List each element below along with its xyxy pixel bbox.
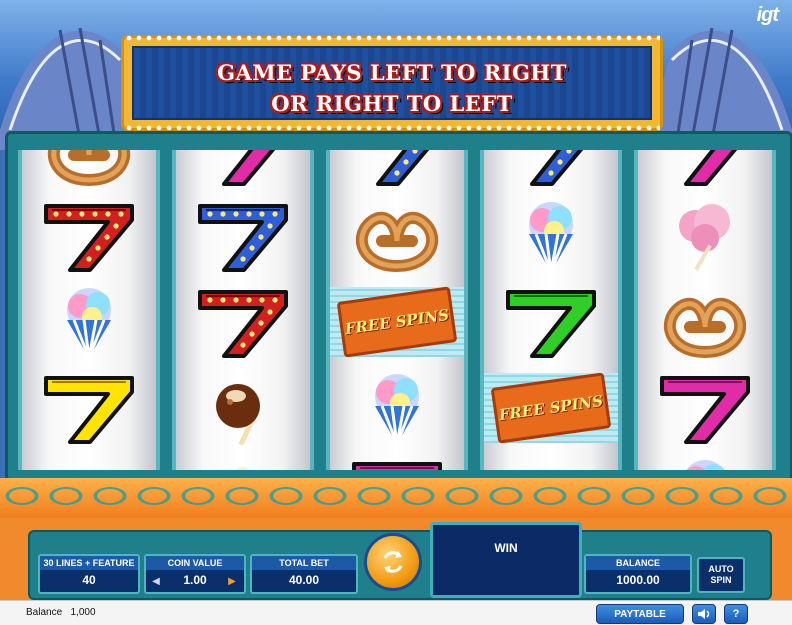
pretzel-symbol [330, 191, 464, 281]
snow-cone-symbol [638, 449, 772, 470]
magenta-seven-symbol [330, 449, 464, 470]
reel-frame: FREE SPINS FREE SPINS [5, 131, 792, 482]
red-seven-icon [44, 204, 134, 272]
reel-4: FREE SPINS [480, 150, 622, 470]
snow-cone-symbol [484, 191, 618, 281]
status-balance-label: Balance [26, 607, 63, 618]
pretzel-icon [663, 297, 747, 359]
spin-button[interactable] [364, 533, 422, 591]
candy-apple-symbol [176, 363, 310, 453]
lines-value: 40 [82, 573, 96, 587]
magenta-seven-icon [222, 150, 276, 186]
popcorn-icon [236, 467, 250, 470]
pretzel-icon [47, 150, 131, 187]
candy-apple-symbol [22, 449, 156, 470]
blue-seven-icon [198, 204, 288, 272]
pretzel-symbol [22, 150, 156, 195]
red-seven-symbol [176, 277, 310, 367]
reel-2 [172, 150, 314, 470]
marquee-sign: GAME PAYS LEFT TO RIGHT OR RIGHT TO LEFT [124, 35, 660, 131]
snow-cone-icon [686, 460, 725, 470]
coin-value-label: COIN VALUE [146, 556, 244, 570]
free-spins-ticket-symbol: FREE SPINS [330, 277, 464, 367]
yellow-seven-icon [44, 376, 134, 444]
free-spins-ticket-symbol: FREE SPINS [484, 363, 618, 453]
pretzel-icon [355, 211, 439, 273]
candy-apple-icon [496, 454, 606, 470]
cotton-candy-symbol [638, 191, 772, 281]
balance-display: BALANCE 1000.00 [584, 554, 692, 594]
blue-seven-icon [530, 150, 584, 186]
paytable-button[interactable]: PAYTABLE [596, 604, 684, 624]
snow-cone-icon [529, 202, 573, 273]
lines-label: 30 LINES + FEATURE [40, 556, 138, 570]
reel-3: FREE SPINS [326, 150, 468, 470]
candy-apple-icon [34, 454, 144, 470]
green-seven-icon [506, 290, 596, 358]
help-button[interactable]: ? [724, 604, 748, 624]
snow-cone-icon [67, 288, 111, 359]
auto-spin-label: AUTO SPIN [708, 564, 734, 585]
snow-cone-icon [375, 374, 419, 445]
candy-apple-icon [216, 384, 260, 446]
roller-coaster-right [642, 27, 792, 150]
status-balance: Balance 1,000 [26, 607, 96, 618]
win-label: WIN [494, 541, 518, 555]
decorative-swirls [0, 484, 792, 514]
magenta-seven-icon [352, 462, 442, 470]
popcorn-symbol [176, 449, 310, 470]
candy-apple-symbol [484, 449, 618, 470]
magenta-seven-symbol [638, 150, 772, 195]
marquee-line-2: OR RIGHT TO LEFT [271, 91, 513, 116]
snow-cone-symbol [330, 363, 464, 453]
spin-arrows-icon [383, 551, 403, 573]
paytable-label: PAYTABLE [614, 608, 666, 620]
green-seven-symbol [484, 277, 618, 367]
coin-increase-arrow-icon[interactable]: ▶ [224, 574, 240, 588]
snow-cone-symbol [22, 277, 156, 367]
igt-logo: igt [756, 4, 779, 26]
lines-display: 30 LINES + FEATURE 40 [38, 554, 140, 594]
win-display: WIN [430, 522, 582, 598]
coin-decrease-arrow-icon[interactable]: ◀ [148, 574, 164, 588]
cotton-candy-icon [679, 204, 730, 271]
blue-seven-symbol [484, 150, 618, 195]
reel-1 [18, 150, 160, 470]
magenta-seven-icon [684, 150, 738, 186]
magenta-seven-symbol [176, 150, 310, 195]
help-icon: ? [732, 608, 740, 620]
blue-seven-symbol [330, 150, 464, 195]
red-seven-symbol [22, 191, 156, 281]
red-seven-icon [198, 290, 288, 358]
balance-label: BALANCE [586, 556, 690, 570]
speaker-icon [698, 609, 710, 619]
marquee-bulbs-top [124, 35, 660, 41]
magenta-seven-icon [660, 376, 750, 444]
blue-seven-symbol [176, 191, 310, 281]
magenta-seven-symbol [638, 363, 772, 453]
balance-value: 1000.00 [616, 573, 660, 587]
total-bet-value: 40.00 [288, 573, 320, 587]
total-bet-label: TOTAL BET [252, 556, 356, 570]
status-balance-value: 1,000 [70, 607, 96, 618]
status-bar: Balance 1,000 PAYTABLE ? [0, 600, 792, 625]
reel-5 [634, 150, 776, 470]
auto-spin-button[interactable]: AUTO SPIN [697, 557, 745, 593]
total-bet-display: TOTAL BET 40.00 [250, 554, 358, 594]
pretzel-symbol [638, 277, 772, 367]
slot-game: igt GAME PAYS LEFT TO RIGHT OR RIGHT TO … [0, 0, 792, 625]
marquee-line-1: GAME PAYS LEFT TO RIGHT [217, 60, 567, 85]
yellow-seven-symbol [22, 363, 156, 453]
sound-button[interactable] [692, 604, 716, 624]
blue-seven-icon [376, 150, 430, 186]
